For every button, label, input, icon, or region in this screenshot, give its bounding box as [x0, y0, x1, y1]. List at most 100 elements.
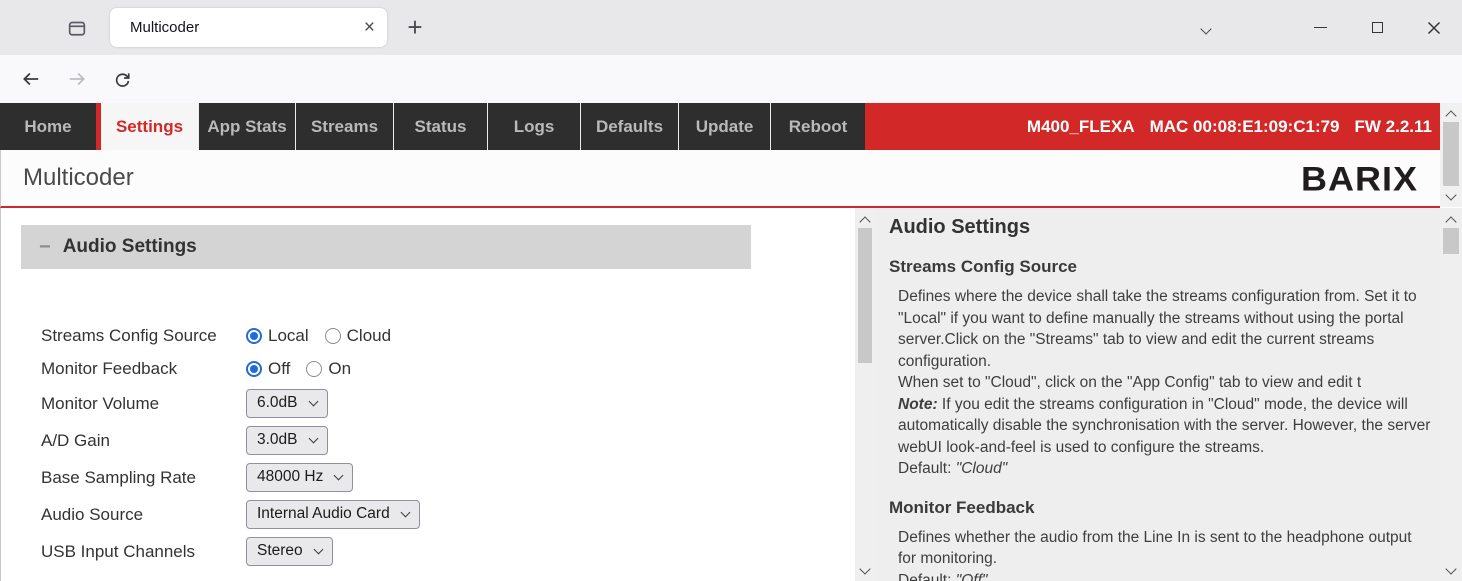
- section-title: Audio Settings: [63, 236, 197, 258]
- settings-form: Streams Config Source Local Cloud Monito…: [41, 319, 855, 570]
- window-maximize-button[interactable]: [1354, 0, 1400, 55]
- page-scrollbar[interactable]: [1440, 103, 1462, 207]
- form-row-monitor-volume: Monitor Volume 6.0dB: [41, 385, 855, 422]
- barix-logo: BARIX: [1301, 159, 1418, 199]
- form-row-streams-config-source: Streams Config Source Local Cloud: [41, 319, 855, 352]
- help-paragraph: Defines whether the audio from the Line …: [898, 527, 1432, 570]
- scroll-down-arrow[interactable]: [855, 563, 875, 579]
- nav-tab-logs[interactable]: Logs: [487, 103, 580, 150]
- device-nav-bar: Home Settings App Stats Streams Status L…: [0, 103, 1440, 150]
- help-note: Note: If you edit the streams configurat…: [898, 394, 1432, 459]
- base-sampling-rate-select[interactable]: 48000 Hz: [246, 463, 353, 492]
- audio-source-select[interactable]: Internal Audio Card: [246, 500, 420, 529]
- scroll-up-arrow[interactable]: [855, 211, 875, 227]
- back-button[interactable]: [14, 63, 48, 95]
- window-close-button[interactable]: [1411, 0, 1457, 55]
- form-row-audio-source: Audio Source Internal Audio Card: [41, 496, 855, 533]
- chevron-down-icon: [400, 508, 410, 518]
- field-label: Monitor Volume: [41, 394, 246, 414]
- scrollbar-thumb[interactable]: [1443, 122, 1459, 186]
- collapse-icon[interactable]: −: [39, 236, 51, 259]
- help-frame: Audio Settings Streams Config Source Def…: [875, 208, 1440, 581]
- audio-settings-section-header[interactable]: − Audio Settings: [21, 225, 751, 269]
- reload-button[interactable]: [105, 63, 139, 95]
- help-paragraph: Defines where the device shall take the …: [898, 286, 1432, 372]
- nav-tab-update[interactable]: Update: [678, 103, 770, 150]
- scrollbar-thumb[interactable]: [1443, 228, 1459, 254]
- field-label: Monitor Feedback: [41, 359, 246, 379]
- nav-tab-defaults[interactable]: Defaults: [580, 103, 678, 150]
- nav-tab-settings[interactable]: Settings: [96, 103, 198, 150]
- chevron-down-icon: [308, 434, 318, 444]
- nav-tab-home[interactable]: Home: [0, 103, 96, 150]
- field-label: A/D Gain: [41, 431, 246, 451]
- list-all-tabs-button[interactable]: [1202, 20, 1210, 38]
- tab-title: Multicoder: [130, 19, 364, 36]
- monitor-volume-select[interactable]: 6.0dB: [246, 389, 328, 418]
- settings-frame-scrollbar[interactable]: [855, 208, 875, 581]
- radio-label: On: [328, 359, 351, 379]
- field-label: Streams Config Source: [41, 326, 246, 346]
- device-info-banner: M400_FLEXA MAC 00:08:E1:09:C1:79 FW 2.2.…: [865, 103, 1440, 150]
- radio-option-cloud[interactable]: Cloud: [325, 326, 391, 346]
- scroll-up-arrow[interactable]: [1440, 105, 1462, 121]
- radio-option-off[interactable]: Off: [246, 359, 290, 379]
- firefox-view-button[interactable]: [60, 13, 94, 43]
- select-value: 48000 Hz: [257, 468, 323, 486]
- default-value: "Off": [956, 572, 988, 581]
- select-value: 3.0dB: [257, 431, 298, 449]
- forward-button[interactable]: [60, 63, 94, 95]
- scrollbar-thumb[interactable]: [858, 228, 872, 363]
- form-row-monitor-feedback: Monitor Feedback Off On: [41, 352, 855, 385]
- new-tab-button[interactable]: +: [398, 10, 432, 44]
- chevron-down-icon: [334, 471, 344, 481]
- settings-frame: − Audio Settings Streams Config Source L…: [0, 208, 855, 581]
- plus-icon: +: [407, 12, 422, 43]
- help-default-line: Default: "Off": [898, 570, 1432, 581]
- select-value: Stereo: [257, 542, 303, 560]
- tab-strip: Multicoder × +: [0, 0, 1462, 55]
- field-label: Base Sampling Rate: [41, 468, 246, 488]
- chevron-down-icon: [308, 397, 318, 407]
- note-text: If you edit the streams configuration in…: [898, 396, 1430, 456]
- radio-selected-icon[interactable]: [246, 361, 262, 377]
- scroll-down-arrow[interactable]: [1440, 189, 1462, 205]
- nav-tab-status[interactable]: Status: [393, 103, 487, 150]
- firefox-view-icon: [66, 17, 88, 39]
- radio-unselected-icon[interactable]: [325, 328, 341, 344]
- chevron-down-icon: [313, 545, 323, 555]
- close-icon: [1427, 21, 1441, 35]
- radio-label: Off: [268, 359, 290, 379]
- device-model: M400_FLEXA: [1027, 117, 1135, 137]
- reload-icon: [113, 70, 132, 89]
- device-firmware: FW 2.2.11: [1355, 117, 1432, 137]
- field-label: USB Input Channels: [41, 542, 246, 562]
- window-minimize-button[interactable]: [1297, 0, 1343, 55]
- help-frame-scrollbar[interactable]: [1440, 208, 1462, 581]
- radio-label: Local: [268, 326, 309, 346]
- nav-tab-streams[interactable]: Streams: [295, 103, 393, 150]
- tab-close-icon[interactable]: ×: [364, 18, 375, 37]
- usb-input-channels-select[interactable]: Stereo: [246, 537, 333, 566]
- help-heading-monitor-feedback: Monitor Feedback: [889, 498, 1432, 518]
- ad-gain-select[interactable]: 3.0dB: [246, 426, 328, 455]
- radio-selected-icon[interactable]: [246, 328, 262, 344]
- radio-unselected-icon[interactable]: [306, 361, 322, 377]
- scroll-down-arrow[interactable]: [1440, 563, 1462, 579]
- browser-tab[interactable]: Multicoder ×: [110, 8, 387, 47]
- help-heading-streams-config-source: Streams Config Source: [889, 257, 1432, 277]
- default-label: Default:: [898, 572, 956, 581]
- radio-option-local[interactable]: Local: [246, 326, 309, 346]
- scroll-up-arrow[interactable]: [1440, 211, 1462, 227]
- nav-tab-reboot[interactable]: Reboot: [770, 103, 865, 150]
- nav-tab-app-stats[interactable]: App Stats: [198, 103, 295, 150]
- radio-option-on[interactable]: On: [306, 359, 351, 379]
- help-title: Audio Settings: [889, 216, 1432, 239]
- help-truncated-line: When set to "Cloud", click on the "App C…: [898, 372, 1432, 394]
- device-mac: MAC 00:08:E1:09:C1:79: [1150, 117, 1340, 137]
- form-row-ad-gain: A/D Gain 3.0dB: [41, 422, 855, 459]
- browser-toolbar: 192.168.0.22/cgi-bin/index.cgi ☆: [0, 55, 1462, 103]
- note-label: Note:: [898, 396, 938, 413]
- default-value: "Cloud": [956, 460, 1008, 477]
- page-title: Multicoder: [23, 164, 134, 192]
